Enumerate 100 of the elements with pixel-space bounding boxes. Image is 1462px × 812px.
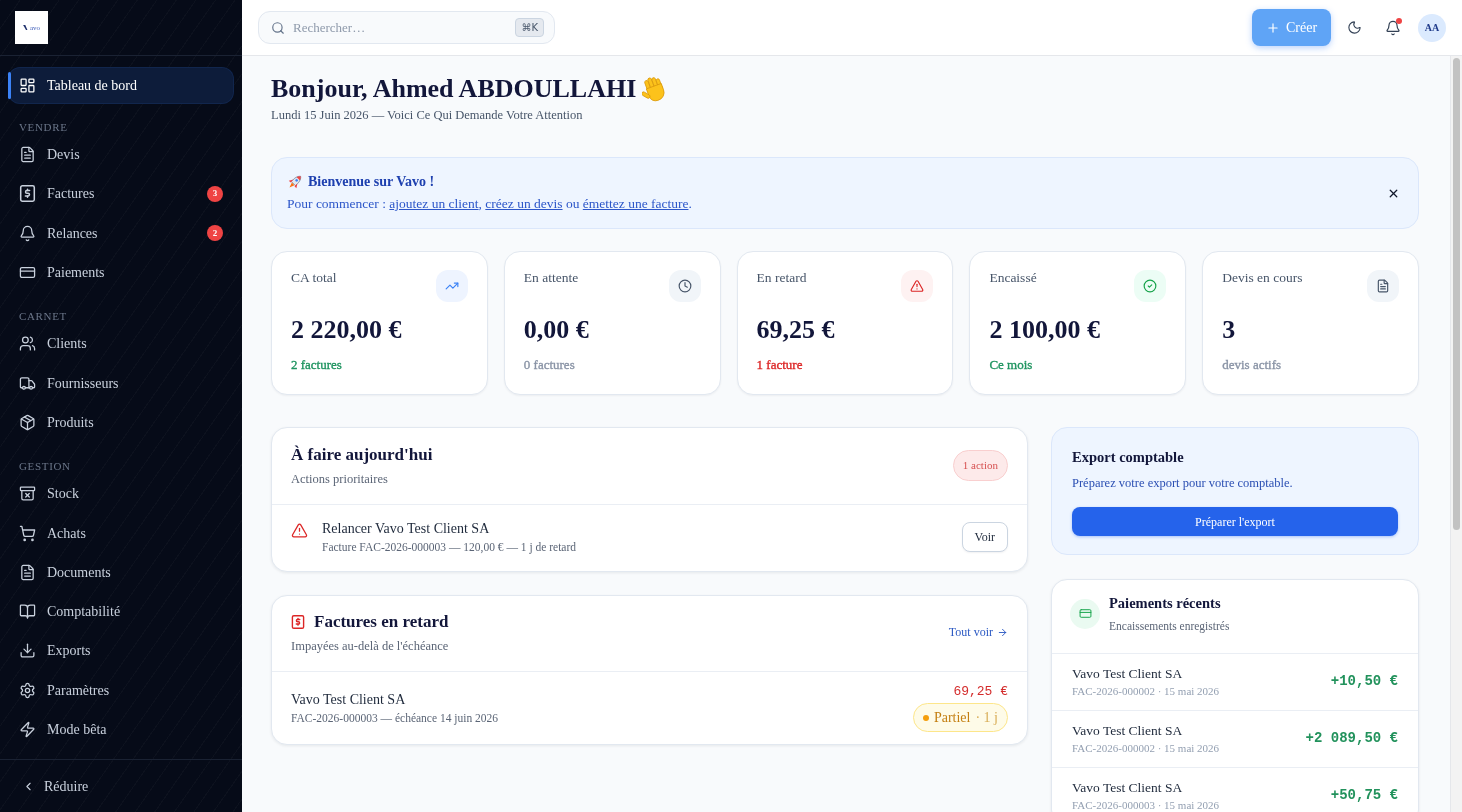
count-badge: 3 [207,185,223,202]
bell-icon [19,224,36,242]
payment-amount: +50,75 € [1330,786,1398,805]
moon-icon [1346,20,1362,35]
payment-client: Vavo Test Client SA [1072,665,1184,683]
dashboard-grid-icon [19,77,36,94]
sidebar-item[interactable]: Fournisseurs [8,363,234,403]
inline-link[interactable]: ajoutez un client [389,196,479,211]
invoice-detail: FAC-2026-000003 — échéance 14 juin 2026 [291,711,499,726]
payment-amount: +10,50 € [1330,672,1398,691]
payment-detail: FAC-2026-000002 · 15 mai 2026 [1072,741,1220,755]
invoice-client: Vavo Test Client SA [291,691,407,709]
stat-value: 2 220,00 € [291,314,403,346]
card-title: Paiements récents [1109,594,1222,613]
dollar-sign-icon [19,185,36,203]
banner-message: Pour commencer : ajoutez un client, créez un devis ou émettez une facture. [287,195,693,213]
stat-label: En attente [523,270,579,286]
document-icon [1367,270,1399,302]
task-detail: Facture FAC-2026-000003 — 120,00 € — 1 j de retard [322,540,577,555]
collapse-button[interactable]: Réduire [22,775,89,797]
settings-icon [19,681,36,699]
shortcut-key: ⌘K [515,18,544,37]
truck-icon [19,374,36,392]
lightning-icon [19,721,36,738]
card-title: Factures en retard [314,611,449,633]
sidebar-item[interactable]: Exports [8,631,234,671]
see-all-link[interactable]: Tout voir [948,623,1008,641]
trend-up-icon [435,270,468,302]
bell-icon [1385,19,1401,36]
stat-label: CA total [291,270,337,286]
task-title: Relancer Vavo Test Client SA [322,520,491,538]
section-label: GESTION [18,459,72,475]
sidebar-item[interactable]: Achats [8,513,234,553]
rocket-icon [287,174,303,190]
stat-note: devis actifs [1222,357,1282,372]
page-subtitle: Lundi 15 Juin 2026 — Voici Ce Qui Demande Votre Attention [271,107,584,123]
sidebar-item[interactable]: Factures 3 [8,174,234,214]
logo-mark-icon [22,25,29,30]
prepare-export-button[interactable]: Préparer l'export [1072,507,1398,536]
payment-amount: +2 089,50 € [1305,729,1398,748]
clock-icon [668,270,701,302]
stat-label: Encaissé [989,270,1037,286]
plus-icon [1265,20,1280,35]
cart-icon [19,524,36,542]
card-title: À faire aujourd'hui [291,444,433,466]
sidebar-item[interactable]: Paramètres [8,670,234,710]
status-detail: · 1 j [975,708,998,727]
sidebar-item[interactable]: Clients [8,324,234,364]
stat-label: Devis en cours [1222,270,1303,286]
scrollbar-thumb[interactable] [1453,58,1460,530]
action-count-badge: 1 action [952,449,1008,481]
card-icon [1070,598,1100,629]
sidebar-item[interactable]: Mode bêta [8,709,234,750]
card-subtitle: Encaissements enregistrés [1109,619,1230,634]
stat-note: Ce mois [989,357,1033,372]
card-subtitle: Impayées au-delà de l'échéance [291,638,449,654]
payment-detail: FAC-2026-000003 · 15 mai 2026 [1072,798,1220,812]
invoice-amount: 69,25 € [953,684,1008,700]
banner-title: Bienvenue sur Vavo ! [308,173,435,191]
stat-value: 2 100,00 € [989,314,1101,346]
stat-label: En retard [756,270,807,286]
stat-value: 3 [1222,314,1237,346]
sidebar-item[interactable]: Produits [8,402,234,443]
search-icon [271,21,285,35]
section-label: CARNET [18,309,68,325]
download-icon [19,642,36,660]
document-icon [19,563,36,581]
people-icon [19,335,36,353]
inline-link[interactable]: créez un devis [485,196,563,211]
card-text: Préparez votre export pour votre comptable. [1072,475,1294,492]
warning-icon [901,270,934,302]
avatar[interactable]: AA [1418,13,1446,42]
stat-value: 69,25 € [756,314,836,346]
greeting-heading: Bonjour, Ahmed ABDOULLAHI [271,73,637,105]
card-subtitle: Actions prioritaires [291,471,389,487]
payment-client: Vavo Test Client SA [1072,779,1184,797]
stat-value: 0,00 € [523,314,590,346]
stat-note: 2 factures [291,357,342,372]
payment-client: Vavo Test Client SA [1072,722,1184,740]
stat-note: 0 factures [523,357,575,372]
document-icon [19,146,36,164]
status-label: Partiel [933,708,971,727]
sidebar-item[interactable]: Devis [8,135,234,175]
sidebar-item[interactable]: Stock [8,474,234,514]
view-button[interactable]: Voir [961,522,1008,552]
sidebar-item[interactable]: Relances 2 [8,213,234,253]
count-badge: 2 [207,225,223,242]
section-label: VENDRE [18,120,69,135]
open-book-icon [19,603,36,621]
box-icon [19,413,36,431]
sidebar-item[interactable]: Tableau de bord [8,67,234,104]
arrow-right-icon [997,626,1008,638]
sidebar-item[interactable]: Comptabilité [8,591,234,632]
dollar-sign-icon [291,615,305,629]
card-title: Export comptable [1072,448,1185,467]
sidebar-item[interactable]: Paiements [8,252,234,293]
archive-box-icon [19,485,36,503]
sidebar-item[interactable]: Documents [8,552,234,592]
warning-icon [291,522,308,539]
stat-note: 1 facture [756,357,803,372]
